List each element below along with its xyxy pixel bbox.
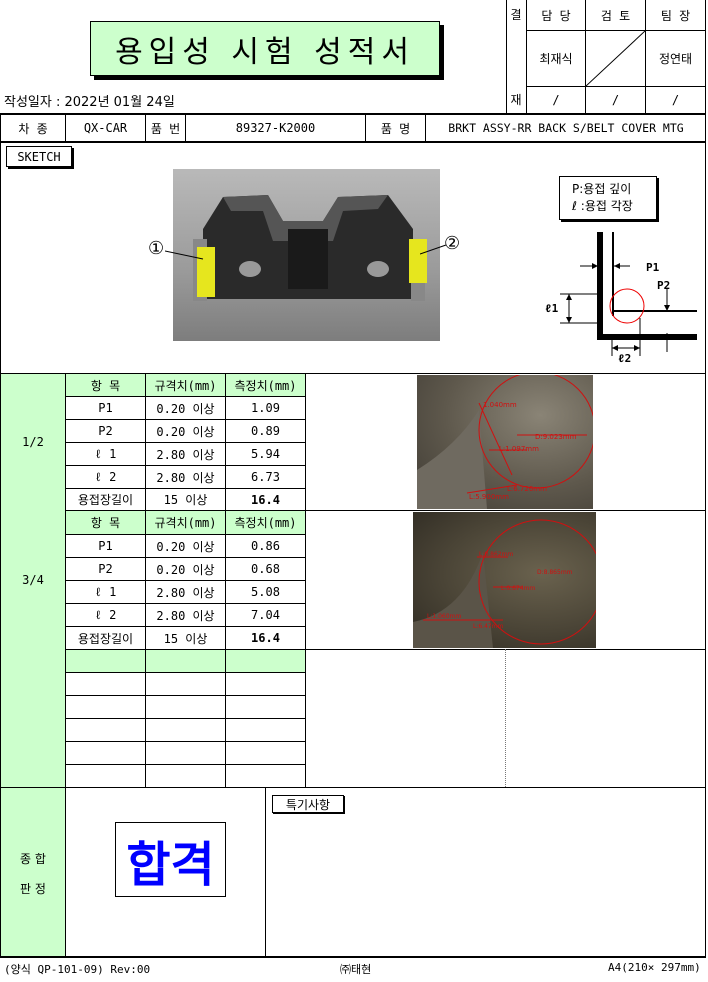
s1-value-p1: 1.09 [251, 401, 280, 415]
legend-penetration: P:용접 깊이 [572, 182, 632, 196]
header-item: 항 목 [90, 378, 121, 393]
remarks-label: 특기사항 [272, 795, 344, 813]
approval-header-charge: 담 당 [541, 9, 571, 23]
legend-box: P:용접 깊이 ℓ :용접 각장 [559, 176, 657, 220]
dim-l2: ℓ2 [618, 352, 632, 365]
header-spec-2: 규격치(mm) [154, 516, 217, 530]
s1-spec-p1: 0.20 이상 [156, 401, 215, 416]
legend-leg-length: ℓ :용접 각장 [572, 199, 633, 213]
approval-header-leader: 팀 장 [660, 9, 691, 23]
vehicle-label: 차 종 [18, 121, 48, 136]
paper-size: A4(210× 297mm) [608, 961, 701, 974]
section-1-label: 1/2 [22, 435, 44, 449]
s2-spec-p1: 0.20 이상 [156, 539, 215, 554]
dim-p1: P1 [646, 261, 660, 274]
judgement-label-line2: 판 정 [20, 882, 46, 896]
s2-item-length: 용접장길이 [77, 631, 134, 646]
s1-value-p2: 0.89 [251, 424, 280, 438]
s2-item-p2: P2 [98, 562, 113, 576]
s2-spec-l1: 2.80 이상 [156, 585, 215, 600]
s2-item-p1: P1 [98, 539, 113, 553]
s1-item-l2: ℓ 2 [94, 469, 117, 484]
approval-date-charge: / [552, 93, 560, 107]
dim-p2: P2 [657, 279, 671, 292]
s1-item-l1: ℓ 1 [94, 446, 117, 461]
micrograph-2: L:0.862mm D:8.865mm L:0.674mm L:1.060mm … [413, 512, 596, 648]
s1-item-length: 용접장길이 [77, 493, 134, 507]
micro2-label-1: L:0.862mm [479, 551, 513, 558]
part-name-label: 품 명 [380, 121, 411, 136]
sketch-label: SKETCH [6, 146, 72, 167]
result-box: 합격 [115, 822, 226, 897]
s1-value-l1: 5.94 [251, 447, 280, 461]
header-item-2: 항 목 [90, 516, 121, 530]
marker-1-leader [165, 250, 204, 260]
s2-spec-l2: 2.80 이상 [156, 608, 215, 623]
marker-2-leader [420, 244, 447, 255]
part-no-value: 89327-K2000 [235, 121, 316, 135]
s2-value-l2: 7.04 [251, 608, 280, 622]
micro1-label-3: L:1.097mm [499, 445, 539, 453]
document-title: 용입성 시험 성적서 [90, 21, 440, 76]
part-name-value: BRKT ASSY-RR BACK S/BELT COVER MTG [448, 121, 684, 135]
micro1-label-1: 1.040mm [483, 401, 517, 409]
signature-review-slash [586, 31, 645, 86]
s1-item-p2: P2 [98, 424, 113, 438]
s2-spec-length: 15 이상 [163, 631, 208, 646]
s2-item-l2: ℓ 2 [94, 607, 117, 622]
s2-value-p1: 0.86 [251, 539, 280, 553]
micrograph-1: 1.040mm D:9.023mm L:1.097mm L:6.726mm L:… [417, 375, 593, 509]
section-2-label: 3/4 [22, 573, 44, 587]
form-number: (양식 QP-101-09) Rev:00 [4, 963, 151, 976]
part-photo [173, 169, 440, 341]
approval-side-bottom: 재 [510, 92, 522, 107]
signature-charge: 최재식 [539, 52, 573, 66]
s1-value-l2: 6.73 [251, 470, 280, 484]
marker-1: ① [148, 238, 165, 259]
weld-diagram [560, 232, 697, 356]
s1-spec-length: 15 이상 [163, 493, 208, 507]
micro1-label-5: L:5.900mm [469, 493, 509, 501]
bracket-image [193, 195, 427, 301]
micro1-label-4: L:6.726mm [507, 485, 547, 493]
approval-header-review: 검 토 [600, 9, 631, 23]
s1-spec-p2: 0.20 이상 [156, 424, 215, 439]
s2-spec-p2: 0.20 이상 [156, 562, 215, 577]
result-pass: 합격 [126, 836, 215, 893]
s1-value-length: 16.4 [251, 492, 280, 507]
creation-date: 작성일자 : 2022년 01월 24일 [4, 95, 175, 110]
header-measured-2: 측정치(mm) [234, 516, 297, 530]
signature-leader: 정연태 [658, 52, 693, 66]
s2-value-p2: 0.68 [251, 562, 280, 576]
judgement-label-line1: 종 합 [20, 852, 46, 866]
judgement-label: 종 합 판 정 [1, 844, 65, 904]
approval-side-top: 결 [510, 7, 522, 22]
micro2-label-5: L:6.47mm [473, 623, 504, 630]
s1-spec-l2: 2.80 이상 [156, 470, 215, 485]
micro1-label-2: D:9.023mm [535, 433, 577, 441]
s2-value-length: 16.4 [251, 631, 280, 645]
dim-l1: ℓ1 [545, 302, 559, 315]
header-spec: 규격치(mm) [154, 378, 217, 393]
s1-item-p1: P1 [98, 401, 113, 415]
header-measured: 측정치(mm) [234, 378, 297, 393]
s1-spec-l1: 2.80 이상 [156, 447, 215, 462]
approval-date-leader: / [671, 93, 680, 107]
micro2-label-3: L:0.674mm [501, 585, 535, 592]
vehicle-value: QX-CAR [83, 121, 128, 135]
approval-date-review: / [611, 93, 620, 107]
micro2-label-2: D:8.865mm [537, 569, 573, 576]
s2-item-l1: ℓ 1 [94, 584, 117, 599]
s2-value-l1: 5.08 [251, 585, 280, 599]
part-no-label: 품 번 [150, 121, 181, 136]
company-name: ㈜태현 [340, 963, 372, 976]
micro2-label-4: L:1.060mm [427, 613, 461, 620]
